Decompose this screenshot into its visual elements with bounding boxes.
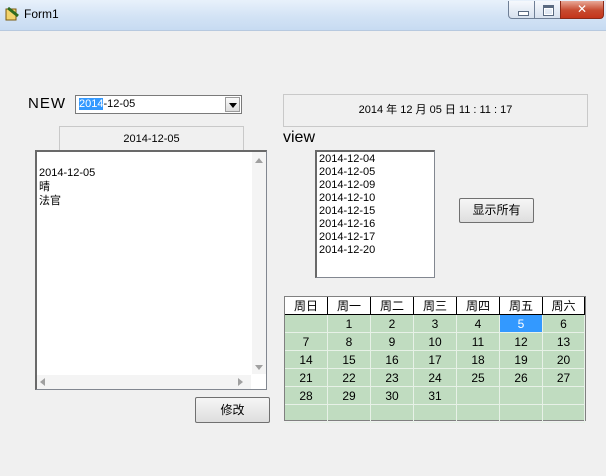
title-bar: Form1 (0, 0, 606, 31)
close-button[interactable] (560, 1, 604, 19)
calendar-day[interactable]: 23 (371, 369, 414, 387)
calendar-day[interactable]: 14 (285, 351, 328, 369)
calendar-day[interactable]: 5 (500, 315, 543, 333)
calendar-day[interactable]: 21 (285, 369, 328, 387)
calendar-day[interactable]: 28 (285, 387, 328, 405)
calendar-empty-cell (543, 387, 585, 405)
calendar-weekday-header: 周日 (285, 297, 328, 315)
calendar-weekday-header: 周六 (543, 297, 585, 315)
calendar-empty-cell (371, 405, 414, 423)
tab-date[interactable]: 2014-12-05 (59, 126, 244, 150)
memo-line: 2014-12-05 (39, 167, 96, 179)
calendar-weekday-header: 周三 (414, 297, 457, 315)
calendar-day[interactable]: 10 (414, 333, 457, 351)
scroll-down-icon[interactable] (255, 365, 263, 370)
calendar-day[interactable]: 25 (457, 369, 500, 387)
calendar-day[interactable]: 29 (328, 387, 371, 405)
scroll-left-icon[interactable] (40, 378, 45, 386)
calendar-empty-cell (457, 405, 500, 423)
calendar-day[interactable]: 15 (328, 351, 371, 369)
date-combo[interactable]: 2014-12-05 (75, 95, 242, 114)
chevron-down-icon[interactable] (225, 97, 240, 112)
show-all-button[interactable]: 显示所有 (459, 198, 534, 223)
calendar-empty-cell (500, 405, 543, 423)
calendar-empty-cell (414, 405, 457, 423)
calendar-day[interactable]: 8 (328, 333, 371, 351)
calendar-day[interactable]: 22 (328, 369, 371, 387)
calendar-day[interactable]: 27 (543, 369, 585, 387)
view-label: view (283, 129, 316, 146)
list-item[interactable]: 2014-12-05 (319, 166, 375, 179)
memo-line: 法官 (39, 195, 61, 207)
calendar-empty-cell (457, 387, 500, 405)
horizontal-scrollbar[interactable] (37, 375, 251, 389)
scroll-up-icon[interactable] (255, 158, 263, 163)
calendar-day[interactable]: 6 (543, 315, 585, 333)
minimize-button[interactable] (508, 1, 535, 19)
new-label: NEW (28, 95, 66, 112)
list-item[interactable]: 2014-12-10 (319, 192, 375, 205)
calendar-empty-cell (285, 405, 328, 423)
modify-button[interactable]: 修改 (195, 397, 270, 423)
calendar-day[interactable]: 31 (414, 387, 457, 405)
scroll-right-icon[interactable] (238, 378, 243, 386)
calendar-day[interactable]: 30 (371, 387, 414, 405)
calendar-day[interactable]: 9 (371, 333, 414, 351)
list-item[interactable]: 2014-12-17 (319, 231, 375, 244)
calendar-empty-cell (500, 387, 543, 405)
calendar-day[interactable]: 20 (543, 351, 585, 369)
calendar-day[interactable]: 12 (500, 333, 543, 351)
calendar-day[interactable]: 11 (457, 333, 500, 351)
calendar-day[interactable]: 19 (500, 351, 543, 369)
calendar-day[interactable]: 2 (371, 315, 414, 333)
calendar-day[interactable]: 16 (371, 351, 414, 369)
calendar-empty-cell (285, 315, 328, 333)
date-combo-value[interactable]: 2014-12-05 (79, 98, 135, 110)
vertical-scrollbar[interactable] (252, 152, 266, 374)
calendar-day[interactable]: 18 (457, 351, 500, 369)
calendar-day[interactable]: 13 (543, 333, 585, 351)
memo-text: 2014-12-05 晴法官 (39, 166, 95, 208)
calendar-day[interactable]: 1 (328, 315, 371, 333)
calendar-day[interactable]: 17 (414, 351, 457, 369)
memo-textarea[interactable]: 2014-12-05 晴法官 (35, 150, 267, 390)
window-title: Form1 (24, 7, 59, 21)
calendar-day[interactable]: 7 (285, 333, 328, 351)
list-item[interactable]: 2014-12-09 (319, 179, 375, 192)
calendar-header: 周日 周一 周二 周三 周四 周五 周六 (285, 297, 585, 315)
list-item[interactable]: 2014-12-16 (319, 218, 375, 231)
datetime-display: 2014 年 12 月 05 日 11 : 11 : 17 (283, 94, 588, 127)
maximize-button[interactable] (534, 1, 561, 19)
date-listbox[interactable]: 2014-12-04 2014-12-05 2014-12-09 2014-12-10… (315, 150, 435, 278)
calendar-empty-cell (328, 405, 371, 423)
calendar-weekday-header: 周四 (457, 297, 500, 315)
calendar-day[interactable]: 4 (457, 315, 500, 333)
list-item[interactable]: 2014-12-15 (319, 205, 375, 218)
calendar-weekday-header: 周一 (328, 297, 371, 315)
calendar-day[interactable]: 3 (414, 315, 457, 333)
calendar-day[interactable]: 24 (414, 369, 457, 387)
calendar-day[interactable]: 26 (500, 369, 543, 387)
calendar-empty-cell (543, 405, 585, 423)
calendar-weekday-header: 周五 (500, 297, 543, 315)
app-icon (5, 6, 19, 21)
list-item[interactable]: 2014-12-04 (319, 153, 375, 166)
memo-line: 晴 (39, 181, 50, 193)
calendar-weekday-header: 周二 (371, 297, 414, 315)
month-calendar[interactable]: 周日 周一 周二 周三 周四 周五 周六 1 2 3 4 5 6 7 8 9 10 11 12 13 14 15 16 17… (284, 296, 586, 423)
list-item[interactable]: 2014-12-20 (319, 244, 375, 257)
